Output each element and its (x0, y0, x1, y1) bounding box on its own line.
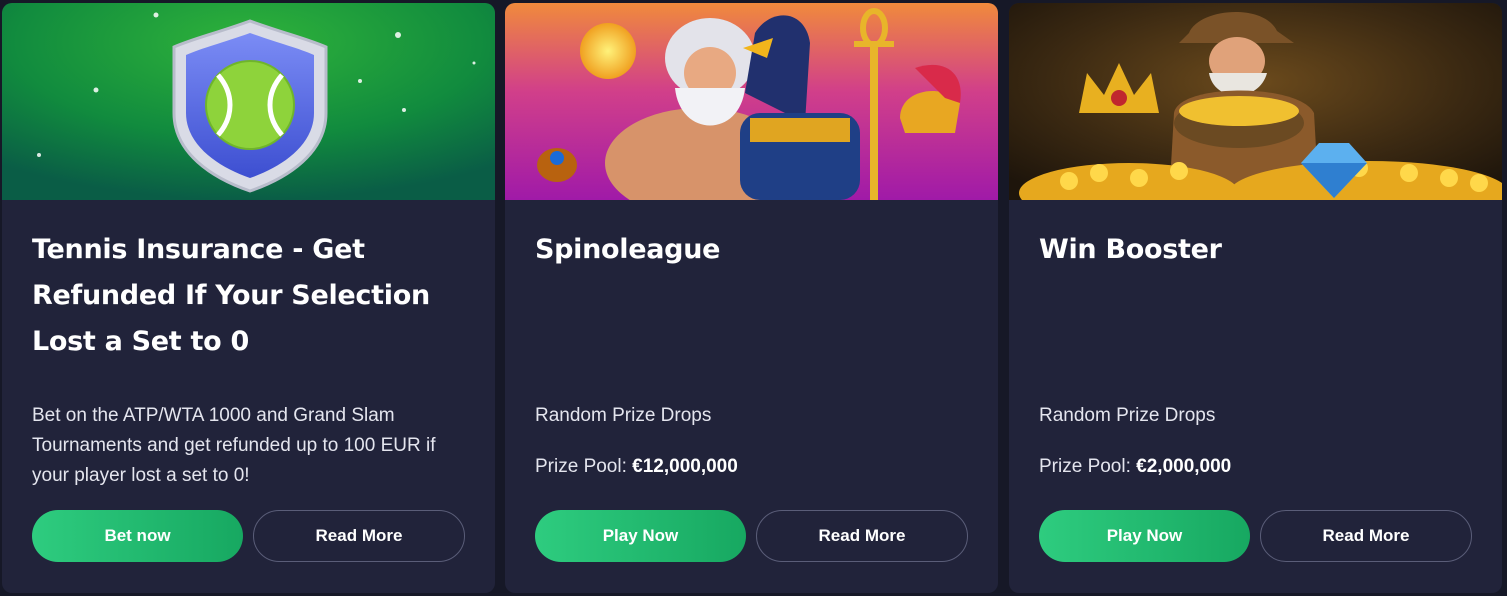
card-title: Spinoleague (535, 234, 721, 265)
read-more-button[interactable]: Read More (253, 510, 465, 562)
prize-pool: Prize Pool: €2,000,000 (1039, 452, 1231, 482)
card-description: Bet on the ATP/WTA 1000 and Grand Slam T… (32, 405, 436, 486)
read-more-button[interactable]: Read More (1260, 510, 1472, 562)
promo-card-tennis-insurance: Tennis Insurance - Get Refunded If Your … (2, 3, 495, 593)
prize-pool-label: Prize Pool: (535, 456, 627, 477)
card-title: Win Booster (1039, 234, 1222, 265)
promo-card-spinoleague: Spinoleague Random Prize Drops Prize Poo… (505, 3, 998, 593)
prize-pool-value: €2,000,000 (1136, 456, 1232, 477)
play-now-button[interactable]: Play Now (535, 510, 746, 562)
prize-pool-label: Prize Pool: (1039, 456, 1131, 477)
promo-banner-spinoleague (505, 3, 998, 200)
card-description: Random Prize Drops (535, 405, 712, 426)
read-more-button[interactable]: Read More (756, 510, 968, 562)
promo-card-win-booster: Win Booster Random Prize Drops Prize Poo… (1009, 3, 1502, 593)
bet-now-button[interactable]: Bet now (32, 510, 243, 562)
play-now-button[interactable]: Play Now (1039, 510, 1250, 562)
prize-pool-value: €12,000,000 (632, 456, 738, 477)
promo-banner-win-booster (1009, 3, 1502, 200)
card-title: Tennis Insurance - Get Refunded If Your … (32, 234, 430, 357)
prize-pool: Prize Pool: €12,000,000 (535, 452, 738, 482)
promo-banner-tennis (2, 3, 495, 200)
card-description: Random Prize Drops (1039, 405, 1216, 426)
